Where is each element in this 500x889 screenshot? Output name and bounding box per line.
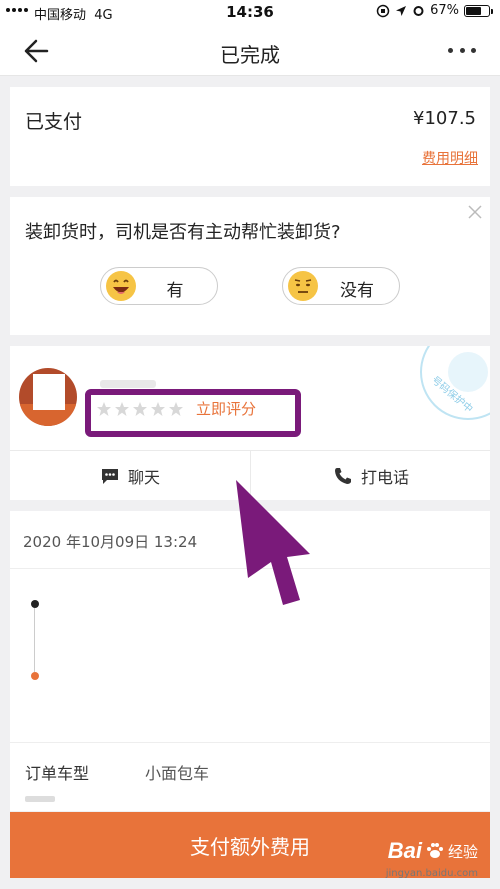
phone-icon — [334, 467, 351, 484]
nav-bar: 已完成 — [0, 26, 500, 76]
chat-icon — [101, 468, 118, 484]
call-label: 打电话 — [360, 467, 409, 487]
cut-off-row — [25, 796, 55, 802]
close-icon[interactable] — [468, 205, 482, 219]
watermark-url: jingyan.baidu.com — [385, 868, 478, 879]
battery-icon — [464, 4, 493, 17]
annotation-highlight-box — [85, 389, 301, 437]
chat-label: 聊天 — [127, 467, 160, 487]
route-end-dot — [31, 672, 39, 680]
paw-icon — [426, 843, 443, 858]
location-icon — [396, 5, 407, 16]
payment-status: 已支付 — [25, 111, 83, 133]
alarm-icon — [413, 6, 424, 16]
vehicle-type-value: 小面包车 — [145, 764, 210, 783]
option-no-label: 没有 — [340, 281, 374, 301]
driver-name-blurred — [100, 380, 156, 388]
baidu-watermark: Bai 经验 jingyan.baidu.com — [386, 838, 478, 879]
privacy-seal: 号码保护中 — [420, 346, 490, 420]
option-yes-label: 有 — [166, 281, 184, 301]
payment-card: 已支付 ¥107.5 费用明细 — [10, 87, 490, 186]
status-right: 67% — [376, 3, 493, 18]
option-yes-button[interactable]: 有 — [100, 267, 218, 305]
annotation-arrow — [236, 480, 310, 605]
watermark-logo: Bai — [387, 838, 422, 863]
question-card: 装卸货时，司机是否有主动帮忙装卸货? 有 没有 — [10, 197, 490, 335]
option-no-button[interactable]: 没有 — [282, 267, 400, 305]
vehicle-type-label: 订单车型 — [25, 764, 90, 783]
more-dots-icon[interactable] — [448, 40, 476, 60]
route-line — [34, 608, 35, 672]
battery-percent: 67% — [430, 3, 459, 18]
chat-button[interactable]: 聊天 — [10, 451, 250, 500]
payment-amount: ¥107.5 — [413, 108, 476, 129]
question-text: 装卸货时，司机是否有主动帮忙装卸货? — [25, 222, 341, 243]
fee-detail-link[interactable]: 费用明细 — [422, 148, 478, 168]
page-title: 已完成 — [220, 43, 280, 67]
watermark-text: 经验 — [447, 842, 478, 861]
neutral-emoji-icon — [288, 271, 318, 301]
avatar — [19, 368, 77, 426]
status-bar: 中国移动 4G 14:36 67% — [0, 0, 500, 26]
orientation-lock-icon — [376, 4, 390, 17]
route-start-dot — [31, 600, 39, 608]
happy-emoji-icon — [106, 271, 136, 301]
order-datetime: 2020 年10月09日 13:24 — [23, 533, 198, 551]
